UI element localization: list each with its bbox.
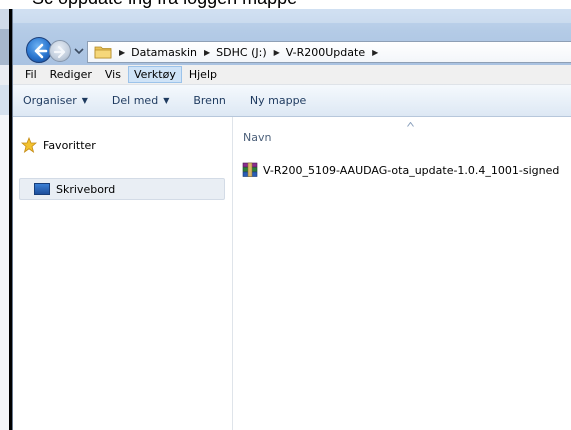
- forward-arrow-icon: [53, 45, 66, 59]
- nav-favorites-label: Favoritter: [43, 138, 96, 152]
- new-folder-button[interactable]: Ny mappe: [250, 94, 306, 107]
- folder-icon: [94, 45, 112, 59]
- share-label: Del med: [111, 94, 159, 107]
- menu-file[interactable]: Fil: [19, 66, 43, 83]
- menu-edit[interactable]: Rediger: [44, 66, 98, 83]
- file-row[interactable]: V-R200_5109-AAUDAG-ota_update-1.0.4_1001…: [242, 162, 559, 178]
- breadcrumb-separator-icon[interactable]: ▶: [204, 48, 210, 57]
- winrar-archive-icon: [242, 162, 258, 178]
- breadcrumb-drive[interactable]: SDHC (J:): [216, 46, 266, 59]
- caption-text: Sc oppdate ing fra loggen mappe: [32, 0, 297, 9]
- command-bar: Organiser ▼ Del med ▼ Brenn Ny mappe: [13, 85, 571, 117]
- desktop-icon: [34, 183, 50, 195]
- file-name: V-R200_5109-AAUDAG-ota_update-1.0.4_1001…: [263, 163, 560, 177]
- breadcrumb-folder[interactable]: V-R200Update: [286, 46, 365, 59]
- breadcrumb-separator-icon[interactable]: ▶: [274, 48, 280, 57]
- chevron-down-icon: ▼: [81, 96, 88, 105]
- menu-help[interactable]: Hjelp: [183, 66, 223, 83]
- breadcrumb-separator-icon[interactable]: ▶: [119, 48, 125, 57]
- sort-ascending-icon: [407, 122, 414, 127]
- cropped-caption: Sc oppdate ing fra loggen mappe: [0, 0, 571, 9]
- navigation-pane: Favoritter Skrivebord: [13, 117, 233, 430]
- recent-pages-dropdown-icon[interactable]: [74, 47, 84, 55]
- title-bar: ▶ Datamaskin ▶ SDHC (J:) ▶ V-R200Update …: [13, 9, 571, 65]
- menu-view[interactable]: Vis: [99, 66, 127, 83]
- star-icon: [21, 137, 37, 153]
- share-with-button[interactable]: Del med ▼: [112, 94, 169, 107]
- address-bar[interactable]: ▶ Datamaskin ▶ SDHC (J:) ▶ V-R200Update …: [87, 41, 571, 63]
- explorer-window: ▶ Datamaskin ▶ SDHC (J:) ▶ V-R200Update …: [12, 9, 571, 430]
- organize-label: Organiser: [23, 94, 77, 107]
- chevron-down-icon: ▼: [163, 96, 170, 105]
- nav-desktop[interactable]: Skrivebord: [19, 178, 225, 200]
- breadcrumb-separator-icon[interactable]: ▶: [372, 48, 378, 57]
- column-header-name[interactable]: Navn: [243, 131, 271, 144]
- new-folder-label: Ny mappe: [249, 94, 307, 107]
- burn-label: Brenn: [193, 94, 226, 107]
- background-window-edge: [0, 9, 12, 430]
- breadcrumb-computer[interactable]: Datamaskin: [131, 46, 197, 59]
- back-arrow-icon: [34, 43, 48, 59]
- organize-button[interactable]: Organiser ▼: [23, 94, 88, 107]
- file-list: Navn V-R200_5109-AAUDAG-ota_update-1.0.4…: [234, 117, 571, 430]
- burn-button[interactable]: Brenn: [193, 94, 226, 107]
- nav-desktop-label: Skrivebord: [56, 182, 116, 196]
- menu-bar: Fil Rediger Vis Verktøy Hjelp: [13, 65, 571, 85]
- menu-tools[interactable]: Verktøy: [127, 66, 182, 83]
- forward-button[interactable]: [49, 40, 71, 62]
- nav-favorites[interactable]: Favoritter: [21, 137, 96, 153]
